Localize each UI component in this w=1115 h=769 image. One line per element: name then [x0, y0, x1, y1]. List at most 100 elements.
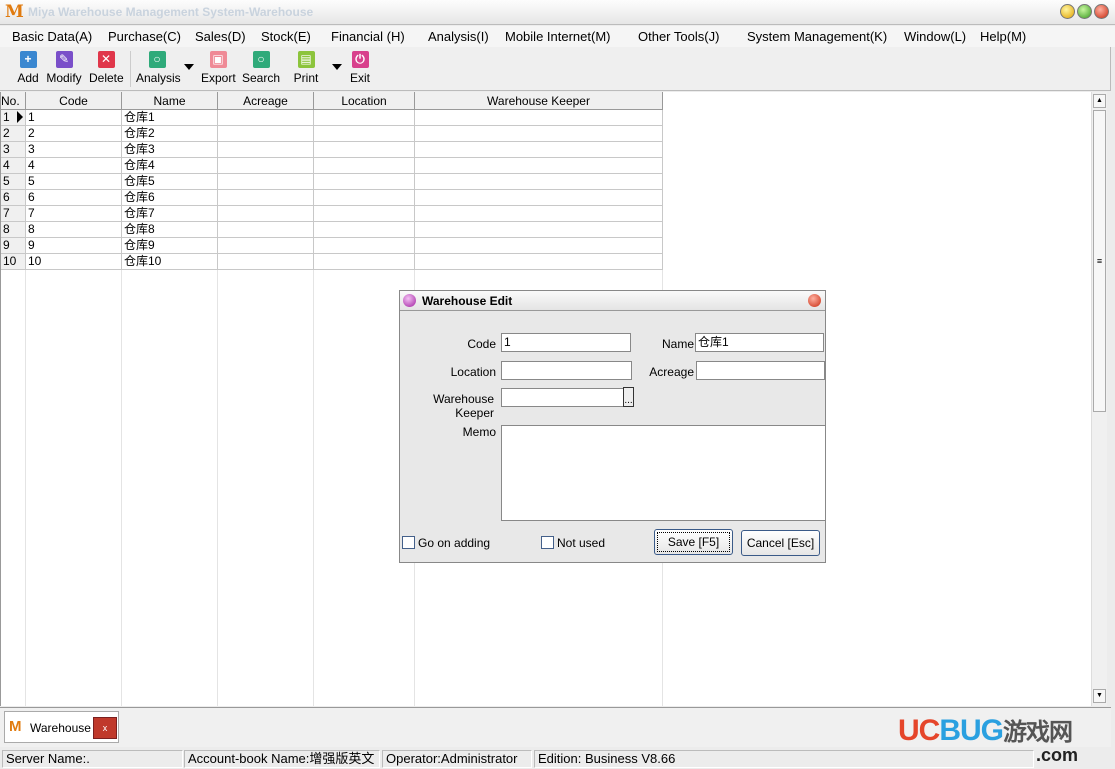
row-number-cell[interactable]: 8 — [1, 222, 26, 238]
close-button[interactable] — [1094, 4, 1109, 19]
grid-cell[interactable]: 9 — [26, 238, 122, 254]
menu-basic-data[interactable]: Basic Data(A) — [12, 29, 92, 44]
row-number-cell[interactable]: 10 — [1, 254, 26, 270]
grid-cell[interactable] — [314, 222, 415, 238]
grid-cell[interactable]: 仓库4 — [122, 158, 218, 174]
export-button[interactable]: ▣ Export — [201, 51, 236, 85]
menu-mobile-internet[interactable]: Mobile Internet(M) — [505, 29, 610, 44]
code-input[interactable]: 1 — [501, 333, 631, 352]
grid-cell[interactable] — [314, 158, 415, 174]
scroll-up-icon[interactable]: ▲ — [1093, 94, 1106, 108]
row-number-cell[interactable]: 4 — [1, 158, 26, 174]
warehouse-keeper-input[interactable] — [501, 388, 624, 407]
cancel-button[interactable]: Cancel [Esc] — [741, 530, 820, 556]
grid-cell[interactable] — [218, 158, 314, 174]
grid-cell[interactable] — [314, 254, 415, 270]
menu-sales[interactable]: Sales(D) — [195, 29, 246, 44]
grid-cell[interactable]: 5 — [26, 174, 122, 190]
go-on-adding-label[interactable]: Go on adding — [418, 536, 490, 550]
grid-cell[interactable] — [415, 206, 663, 222]
grid-cell[interactable]: 2 — [26, 126, 122, 142]
grid-cell[interactable] — [415, 158, 663, 174]
scroll-down-icon[interactable]: ▼ — [1093, 689, 1106, 703]
grid-cell[interactable] — [415, 238, 663, 254]
grid-cell[interactable] — [218, 142, 314, 158]
grid-cell[interactable] — [314, 174, 415, 190]
grid-cell[interactable]: 仓库7 — [122, 206, 218, 222]
print-dropdown-icon[interactable] — [332, 64, 342, 70]
header-no[interactable]: No. — [1, 92, 26, 110]
menu-system-management[interactable]: System Management(K) — [747, 29, 887, 44]
minimize-button[interactable] — [1060, 4, 1075, 19]
grid-cell[interactable] — [218, 190, 314, 206]
menu-other-tools[interactable]: Other Tools(J) — [638, 29, 719, 44]
grid-cell[interactable] — [314, 110, 415, 126]
not-used-checkbox[interactable] — [541, 536, 554, 549]
acreage-input[interactable] — [696, 361, 825, 380]
grid-cell[interactable] — [218, 110, 314, 126]
tab-close-button[interactable]: x — [93, 717, 117, 739]
grid-cell[interactable] — [314, 142, 415, 158]
row-number-cell[interactable]: 2 — [1, 126, 26, 142]
grid-cell[interactable] — [314, 238, 415, 254]
grid-cell[interactable]: 仓库2 — [122, 126, 218, 142]
grid-cell[interactable] — [415, 222, 663, 238]
header-location[interactable]: Location — [314, 92, 415, 110]
menu-window[interactable]: Window(L) — [904, 29, 966, 44]
memo-textarea[interactable] — [501, 425, 826, 521]
grid-cell[interactable] — [314, 206, 415, 222]
grid-cell[interactable]: 仓库1 — [122, 110, 218, 126]
grid-cell[interactable] — [415, 142, 663, 158]
grid-cell[interactable] — [218, 222, 314, 238]
grid-cell[interactable]: 7 — [26, 206, 122, 222]
grid-cell[interactable] — [415, 254, 663, 270]
modify-button[interactable]: ✎ Modify — [46, 51, 82, 85]
name-input[interactable]: 仓库1 — [695, 333, 824, 352]
menu-purchase[interactable]: Purchase(C) — [108, 29, 181, 44]
row-number-cell[interactable]: 1 — [1, 110, 26, 126]
scroll-thumb[interactable]: ≡ — [1093, 110, 1106, 412]
grid-cell[interactable]: 1 — [26, 110, 122, 126]
header-warehouse-keeper[interactable]: Warehouse Keeper — [415, 92, 663, 110]
location-input[interactable] — [501, 361, 632, 380]
row-number-cell[interactable]: 3 — [1, 142, 26, 158]
grid-cell[interactable] — [218, 126, 314, 142]
grid-cell[interactable]: 10 — [26, 254, 122, 270]
row-number-cell[interactable]: 6 — [1, 190, 26, 206]
analysis-dropdown-icon[interactable] — [184, 64, 194, 70]
grid-cell[interactable] — [314, 190, 415, 206]
grid-cell[interactable] — [415, 126, 663, 142]
search-button[interactable]: ○ Search — [242, 51, 280, 85]
analysis-button[interactable]: ○ Analysis — [136, 51, 181, 85]
menu-financial[interactable]: Financial (H) — [331, 29, 405, 44]
header-code[interactable]: Code — [26, 92, 122, 110]
menu-analysis[interactable]: Analysis(I) — [428, 29, 489, 44]
grid-cell[interactable] — [218, 174, 314, 190]
grid-cell[interactable]: 仓库9 — [122, 238, 218, 254]
grid-cell[interactable]: 3 — [26, 142, 122, 158]
grid-cell[interactable] — [415, 174, 663, 190]
menu-help[interactable]: Help(M) — [980, 29, 1026, 44]
grid-cell[interactable] — [218, 254, 314, 270]
grid-cell[interactable] — [415, 110, 663, 126]
maximize-button[interactable] — [1077, 4, 1092, 19]
row-number-cell[interactable]: 7 — [1, 206, 26, 222]
delete-button[interactable]: ✕ Delete — [89, 51, 124, 85]
row-number-cell[interactable]: 5 — [1, 174, 26, 190]
vertical-scrollbar[interactable]: ▲ ≡ ▼ — [1091, 92, 1107, 706]
save-button[interactable]: Save [F5] — [654, 529, 733, 555]
grid-cell[interactable]: 仓库8 — [122, 222, 218, 238]
grid-cell[interactable]: 仓库10 — [122, 254, 218, 270]
grid-cell[interactable]: 4 — [26, 158, 122, 174]
grid-cell[interactable]: 8 — [26, 222, 122, 238]
add-button[interactable]: + Add — [16, 51, 40, 85]
grid-cell[interactable] — [314, 126, 415, 142]
warehouse-keeper-browse-button[interactable]: ... — [623, 387, 634, 407]
tab-warehouse[interactable]: M Warehouse x — [4, 711, 119, 743]
go-on-adding-checkbox[interactable] — [402, 536, 415, 549]
menu-stock[interactable]: Stock(E) — [261, 29, 311, 44]
not-used-label[interactable]: Not used — [557, 536, 605, 550]
grid-cell[interactable]: 仓库6 — [122, 190, 218, 206]
header-name[interactable]: Name — [122, 92, 218, 110]
grid-cell[interactable]: 仓库5 — [122, 174, 218, 190]
